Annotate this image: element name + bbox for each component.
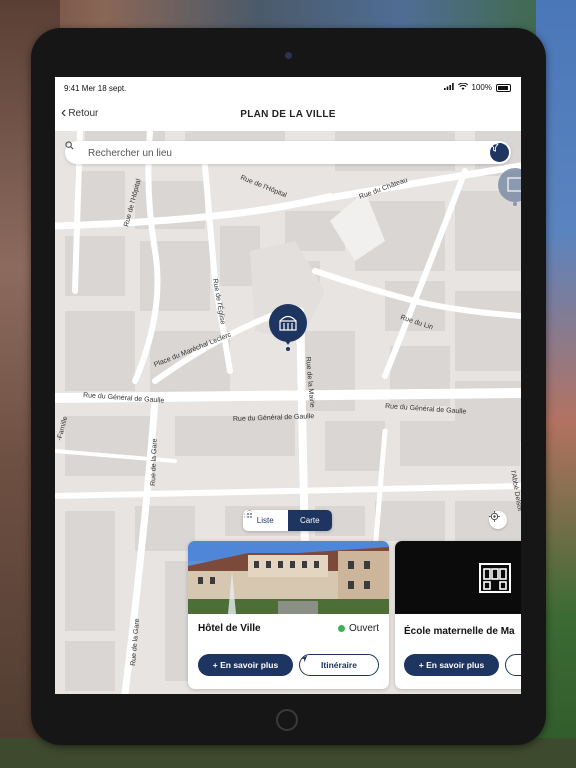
search-icon [65,141,74,150]
view-toggle: Liste Carte [243,510,332,531]
place-card-ecole[interactable]: École maternelle de Ma + En savoir plus [395,541,521,689]
status-bar: 9:41 Mer 18 sept. 100% [55,77,521,99]
tablet-frame: 9:41 Mer 18 sept. 100% ‹ Retour PLAN DE … [31,28,546,745]
hotel-de-ville-photo [188,541,389,614]
toggle-map-label: Carte [299,516,320,525]
search-bar [65,141,511,164]
nav-bar: ‹ Retour PLAN DE LA VILLE [55,99,521,131]
cellular-icon [443,83,454,92]
learn-more-button[interactable]: + En savoir plus [198,654,293,676]
search-input[interactable] [86,145,480,161]
status-badge: Ouvert [337,623,379,634]
navigation-arrow-icon [300,655,308,663]
school-building-icon [479,563,511,593]
city-map[interactable]: Rue de l'Hôpital Rue de l'Hôpital Rue du… [55,131,521,694]
place-title: École maternelle de Ma [404,626,515,637]
toggle-list-label: Liste [256,516,274,525]
directions-label: Itinéraire [321,660,357,670]
status-dot-icon [337,625,345,632]
status-text: Ouvert [348,623,379,634]
crosshair-icon [489,511,500,522]
home-button[interactable] [276,709,298,731]
filter-button[interactable] [490,143,509,162]
app-screen: 9:41 Mer 18 sept. 100% ‹ Retour PLAN DE … [55,77,521,694]
wifi-icon [457,82,468,92]
street-label-hopital-2: Rue de l'Hôpital [239,174,288,199]
page-title: PLAN DE LA VILLE [240,109,336,120]
directions-button[interactable]: Itinéraire [299,654,379,676]
directions-button[interactable] [505,654,521,676]
map-icon [243,510,253,519]
toggle-map[interactable]: Carte [243,510,332,531]
ecole-photo [395,541,521,614]
locate-me-button[interactable] [489,511,507,529]
camera-icon [285,52,292,59]
filter-icon [490,143,499,152]
status-time: 9:41 Mer 18 sept. [64,84,127,93]
street-label-gare-1: Rue de la Gare [150,438,159,486]
status-indicators: 100% [443,82,511,92]
place-card-hotel-de-ville[interactable]: Hôtel de Ville Ouvert + En savoir plus I… [188,541,389,689]
battery-icon [496,83,511,92]
learn-more-button[interactable]: + En savoir plus [404,654,499,676]
place-title: Hôtel de Ville [198,623,261,634]
battery-percent: 100% [471,83,492,92]
street-label-degaulle-east: Rue du Général de Gaulle [385,403,467,416]
